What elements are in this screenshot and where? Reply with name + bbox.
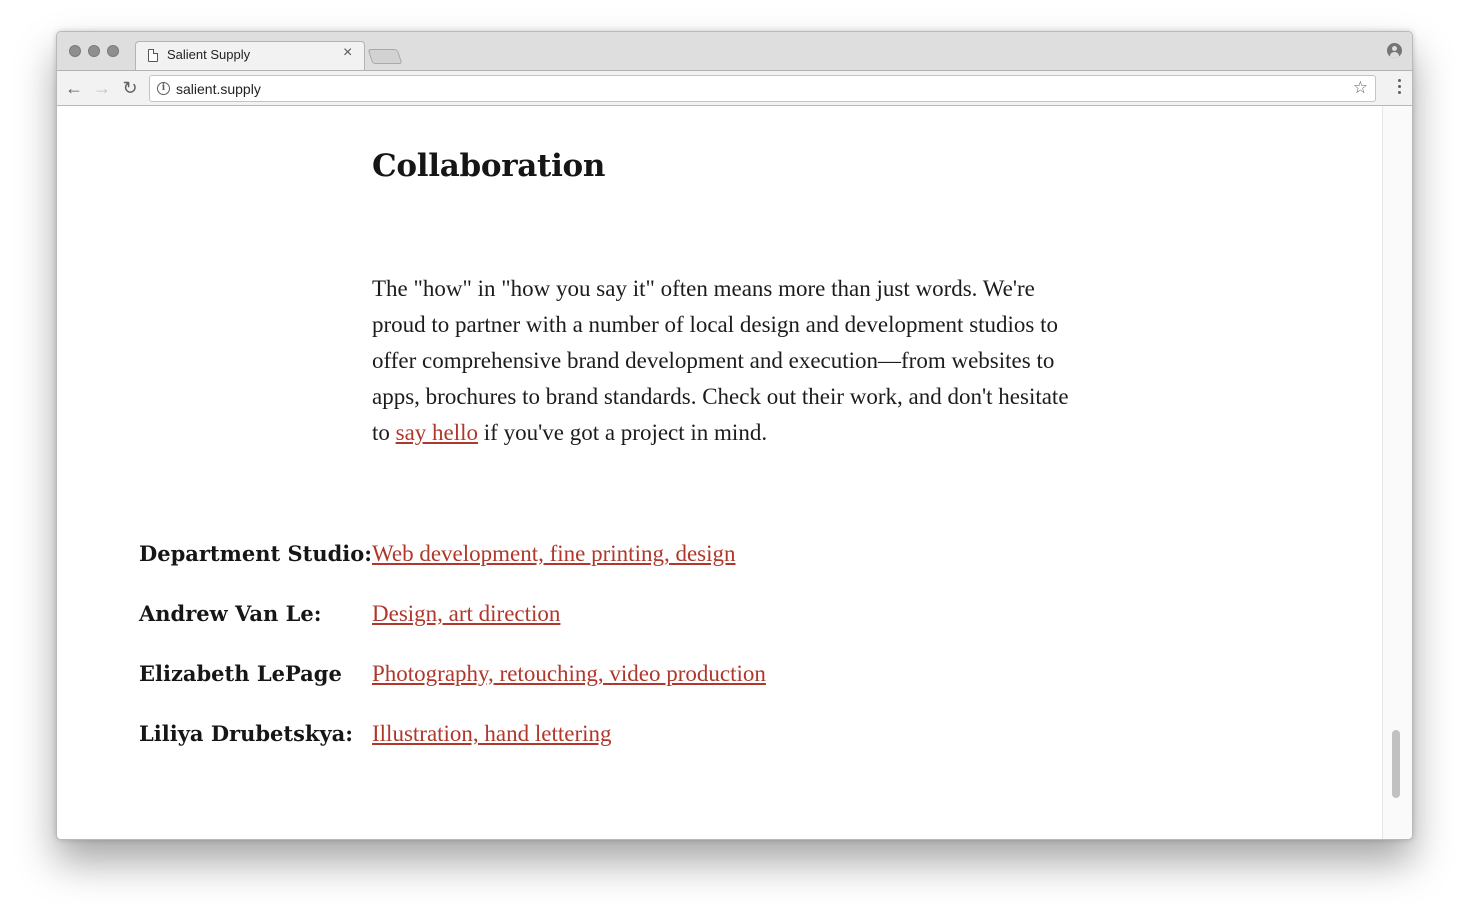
new-tab-button[interactable] bbox=[367, 49, 403, 64]
back-icon[interactable]: ← bbox=[64, 78, 84, 98]
tab-close-icon[interactable]: × bbox=[343, 45, 352, 61]
scrollbar-thumb[interactable] bbox=[1392, 730, 1400, 798]
browser-menu-icon[interactable] bbox=[1398, 79, 1402, 97]
vertical-scrollbar[interactable] bbox=[1382, 106, 1412, 839]
partner-name: Andrew Van Le: bbox=[139, 601, 322, 626]
profile-icon[interactable] bbox=[1387, 43, 1402, 58]
forward-icon[interactable]: → bbox=[92, 78, 112, 98]
partner-row: Andrew Van Le: Design, art direction bbox=[139, 596, 1039, 632]
partner-row: Department Studio: Web development, fine… bbox=[139, 536, 1039, 572]
partner-row: Elizabeth LePage Photography, retouching… bbox=[139, 656, 1039, 692]
partner-row: Liliya Drubetskya: Illustration, hand le… bbox=[139, 716, 1039, 752]
site-info-icon[interactable]: i bbox=[157, 82, 170, 95]
page-icon bbox=[148, 49, 158, 62]
bookmark-star-icon[interactable]: ☆ bbox=[1353, 78, 1368, 98]
partner-services-link[interactable]: Photography, retouching, video productio… bbox=[372, 656, 766, 692]
partner-services-link[interactable]: Design, art direction bbox=[372, 596, 560, 632]
minimize-window-button[interactable] bbox=[88, 45, 100, 57]
maximize-window-button[interactable] bbox=[107, 45, 119, 57]
partner-name: Department Studio: bbox=[139, 541, 373, 566]
page-viewport: Collaboration The "how" in "how you say … bbox=[57, 106, 1412, 839]
partner-name: Liliya Drubetskya: bbox=[139, 721, 354, 746]
reload-icon[interactable]: ↻ bbox=[120, 78, 140, 98]
page-title: Collaboration bbox=[372, 148, 606, 184]
say-hello-link[interactable]: say hello bbox=[396, 420, 478, 445]
address-bar[interactable]: i salient.supply ☆ bbox=[149, 75, 1376, 102]
partner-services-link[interactable]: Web development, fine printing, design bbox=[372, 536, 736, 572]
browser-toolbar: ← → ↻ i salient.supply ☆ bbox=[57, 70, 1412, 106]
browser-window: Salient Supply × ← → ↻ i salient.supply … bbox=[56, 31, 1413, 840]
intro-paragraph: The "how" in "how you say it" often mean… bbox=[372, 271, 1072, 451]
tab-strip: Salient Supply × bbox=[57, 32, 1412, 70]
close-window-button[interactable] bbox=[69, 45, 81, 57]
partner-services-link[interactable]: Illustration, hand lettering bbox=[372, 716, 612, 752]
partner-name: Elizabeth LePage bbox=[139, 661, 342, 686]
url-text[interactable]: salient.supply bbox=[176, 81, 261, 97]
intro-text-end: if you've got a project in mind. bbox=[478, 420, 768, 445]
tab-title: Salient Supply bbox=[167, 47, 251, 62]
